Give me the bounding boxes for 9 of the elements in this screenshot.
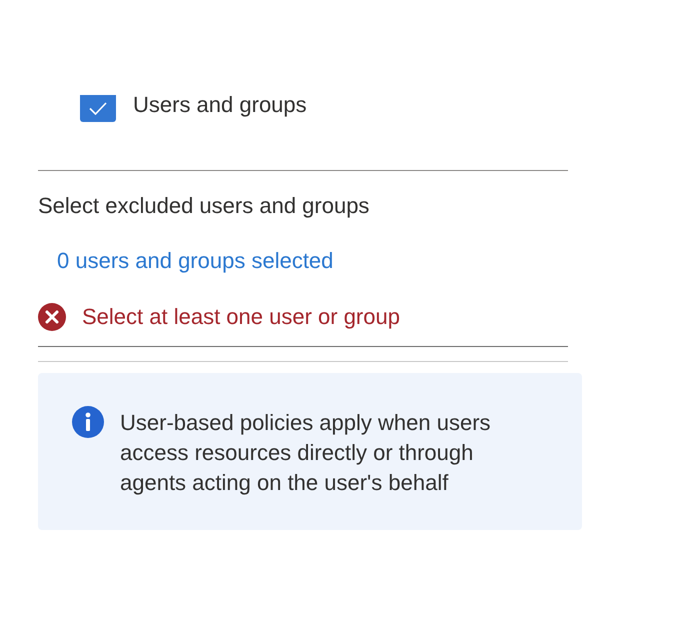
error-icon <box>38 303 66 331</box>
error-message: Select at least one user or group <box>82 303 400 331</box>
checkbox[interactable] <box>80 95 116 122</box>
checkbox-label: Users and groups <box>133 90 307 119</box>
info-text: User-based policies apply when users access resources directly or through agents acting on the user's behalf <box>120 409 492 497</box>
info-icon <box>72 406 104 438</box>
selection-link[interactable]: 0 users and groups selected <box>57 246 334 276</box>
section-heading: Select excluded users and groups <box>38 192 370 220</box>
checkmark-icon <box>89 102 107 115</box>
